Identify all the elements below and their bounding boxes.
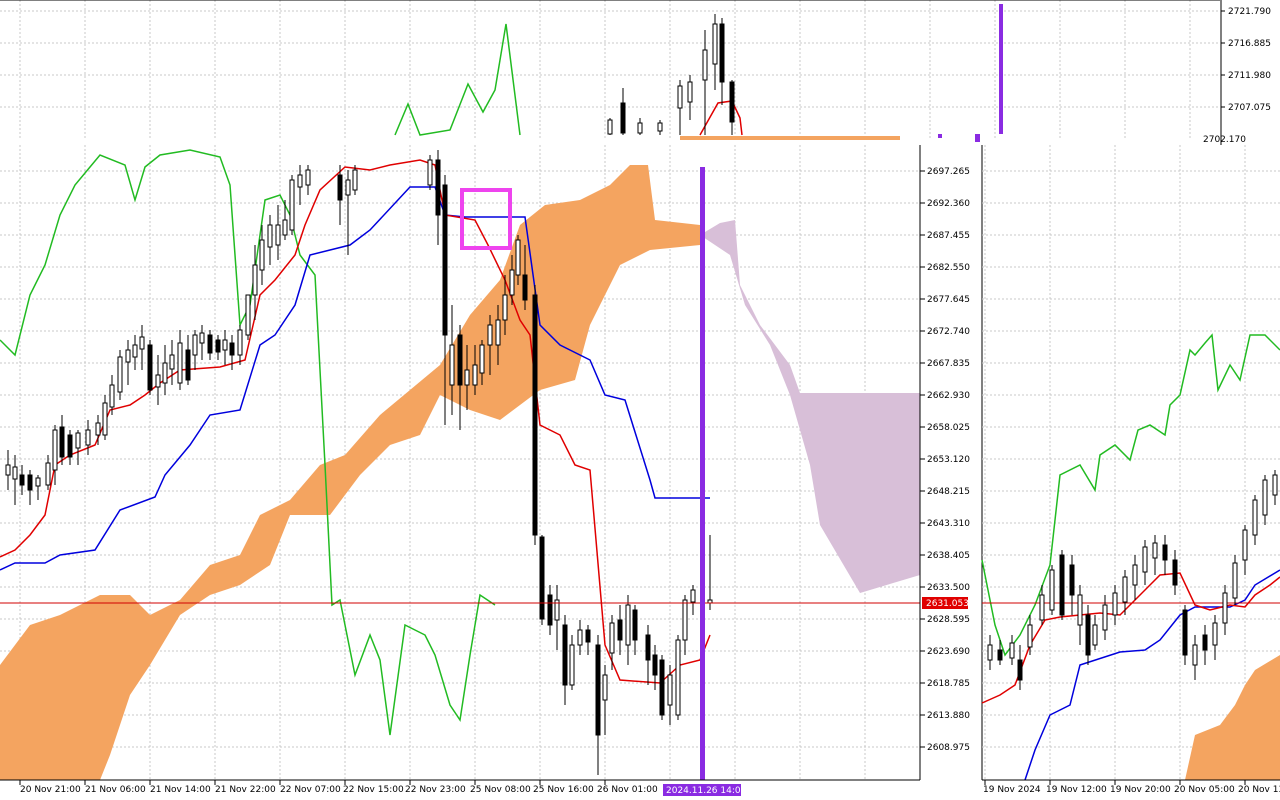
time-label: 20 Nov 13 <box>1238 785 1280 795</box>
cursor-time-tag: 2024.11.26 14:00 <box>663 784 747 796</box>
price-label: 2618.785 <box>927 679 970 689</box>
price-label: 2658.025 <box>927 423 970 433</box>
time-label: 25 Nov 08:00 <box>470 785 531 795</box>
price-label: 2653.120 <box>927 455 970 465</box>
top-chart-pane[interactable]: 2721.790 2716.885 2711.980 2707.075 2702… <box>0 0 1280 145</box>
top-price-label: 2702.170 <box>1203 135 1246 145</box>
time-label: 26 Nov 01:00 <box>597 785 658 795</box>
top-tenkan-line <box>699 100 743 136</box>
price-label: 2608.975 <box>927 743 970 753</box>
main-price-labels: 2697.265 2692.360 2687.455 2682.550 2677… <box>920 167 970 753</box>
time-label: 25 Nov 16:00 <box>533 785 594 795</box>
main-time-labels: 20 Nov 21:00 21 Nov 06:00 21 Nov 14:00 2… <box>19 780 658 795</box>
price-label: 2633.500 <box>927 583 970 593</box>
price-label: 2648.215 <box>927 487 970 497</box>
price-label: 2672.740 <box>927 327 970 337</box>
top-cloud-dots <box>680 134 980 142</box>
top-chikou-line <box>394 23 521 136</box>
main-chart-svg[interactable]: 2697.265 2692.360 2687.455 2682.550 2677… <box>0 145 980 800</box>
price-label: 2643.310 <box>927 519 970 529</box>
price-label: 2687.455 <box>927 231 970 241</box>
price-label: 2667.835 <box>927 359 970 369</box>
top-price-label: 2721.790 <box>1228 7 1271 17</box>
time-label: 19 Nov 20:00 <box>1110 785 1171 795</box>
right-kumo-cloud <box>1185 655 1280 780</box>
right-time-labels: 19 Nov 2024 19 Nov 12:00 19 Nov 20:00 20… <box>983 780 1280 795</box>
time-label: 22 Nov 15:00 <box>343 785 404 795</box>
price-label: 2613.880 <box>927 711 970 721</box>
price-label: 2662.930 <box>927 391 970 401</box>
top-price-label: 2711.980 <box>1228 71 1271 81</box>
current-price-value: 2631.053 <box>926 599 969 609</box>
time-label: 21 Nov 06:00 <box>85 785 146 795</box>
price-label: 2682.550 <box>927 263 970 273</box>
cursor-time-value: 2024.11.26 14:00 <box>666 786 747 796</box>
time-label: 20 Nov 05:00 <box>1174 785 1235 795</box>
vline-current <box>700 167 705 780</box>
current-price-tag: 2631.053 <box>922 597 969 609</box>
time-label: 19 Nov 12:00 <box>1046 785 1107 795</box>
top-price-label: 2716.885 <box>1228 39 1271 49</box>
price-label: 2677.645 <box>927 295 970 305</box>
top-price-label: 2707.075 <box>1228 103 1271 113</box>
price-label: 2697.265 <box>927 167 970 177</box>
right-chikou-line <box>981 333 1280 657</box>
time-label: 21 Nov 22:00 <box>215 785 276 795</box>
price-label: 2692.360 <box>927 199 970 209</box>
right-chart-pane[interactable]: 19 Nov 2024 19 Nov 12:00 19 Nov 20:00 20… <box>980 145 1280 800</box>
price-label: 2638.405 <box>927 551 970 561</box>
top-price-labels: 2721.790 2716.885 2711.980 2707.075 2702… <box>1203 7 1271 145</box>
time-label: 22 Nov 07:00 <box>280 785 341 795</box>
kumo-cloud-bullish <box>0 165 700 780</box>
right-candles <box>987 470 1278 690</box>
main-chart-pane[interactable]: 2697.265 2692.360 2687.455 2682.550 2677… <box>0 145 980 800</box>
top-candles <box>607 14 735 135</box>
time-label: 21 Nov 14:00 <box>150 785 211 795</box>
price-label: 2623.690 <box>927 647 970 657</box>
right-grid <box>982 145 1280 780</box>
top-chart-svg[interactable]: 2721.790 2716.885 2711.980 2707.075 2702… <box>0 0 1280 145</box>
kumo-cloud-bearish <box>700 220 920 593</box>
price-label: 2628.595 <box>927 615 970 625</box>
time-label: 22 Nov 23:00 <box>405 785 466 795</box>
time-label: 20 Nov 21:00 <box>20 785 81 795</box>
time-label: 19 Nov 2024 <box>983 785 1041 795</box>
top-vline <box>999 4 1003 134</box>
right-chart-svg[interactable]: 19 Nov 2024 19 Nov 12:00 19 Nov 20:00 20… <box>980 145 1280 800</box>
